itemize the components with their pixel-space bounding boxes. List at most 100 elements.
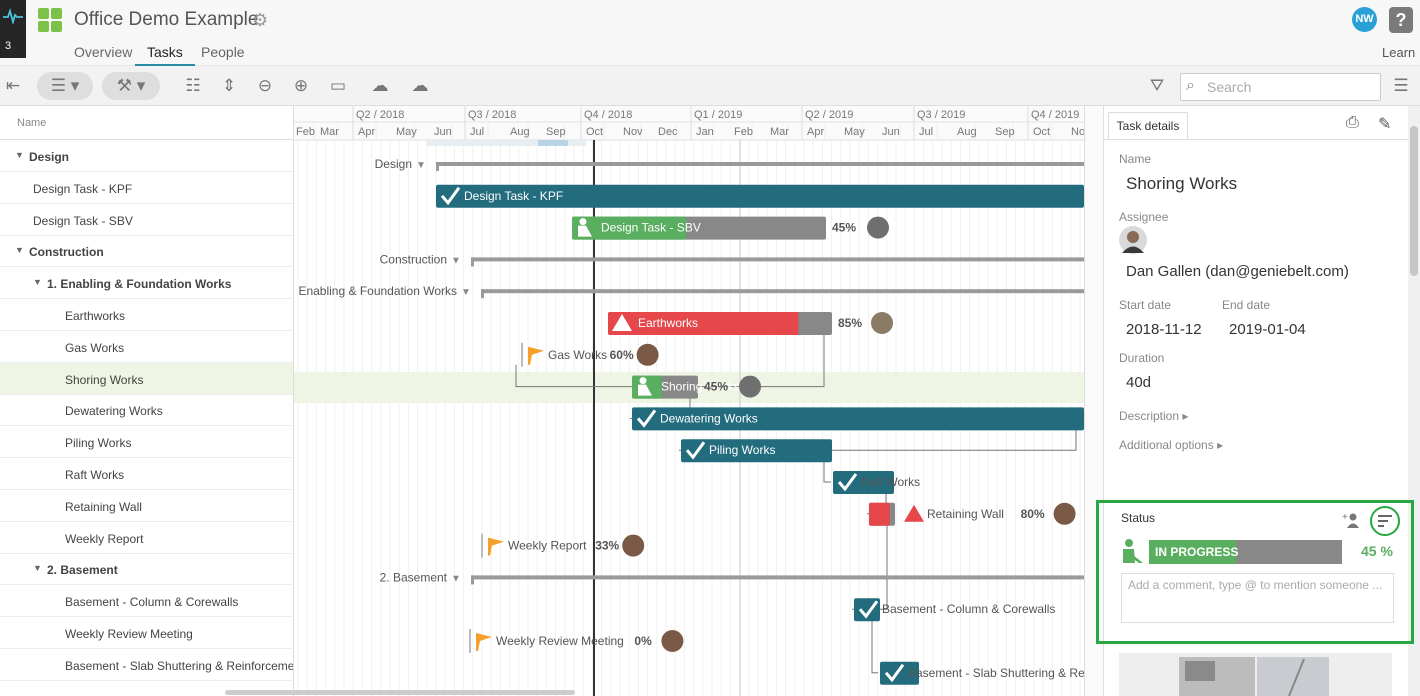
collapse-toggle-icon[interactable]: ▼ xyxy=(416,160,426,171)
assignee-avatar[interactable] xyxy=(1119,226,1147,254)
cloud-download-icon[interactable]: ☁ xyxy=(366,72,394,100)
tree-row[interactable]: ▼ Construction xyxy=(0,235,293,268)
export-list-icon[interactable]: ☰ xyxy=(1388,72,1414,100)
tree-row[interactable]: ▼ 1. Enabling & Foundation Works xyxy=(0,267,293,300)
tree-row[interactable]: Dewatering Works xyxy=(0,394,293,427)
expand-toggle-icon[interactable]: ▼ xyxy=(33,563,42,573)
dependency-connector xyxy=(823,460,831,483)
worker-icon-head xyxy=(579,218,587,226)
attachment-photos[interactable] xyxy=(1119,653,1392,696)
tree-row[interactable]: Gas Works xyxy=(0,331,293,363)
status-progress-bar[interactable]: IN PROGRESS xyxy=(1149,540,1342,564)
fit-height-icon[interactable]: ⇕ xyxy=(216,72,242,100)
activity-tile[interactable]: 3 xyxy=(0,0,26,58)
collapse-toggle-icon[interactable]: ▼ xyxy=(451,573,461,584)
tree-row[interactable]: Design Task - SBV xyxy=(0,204,293,236)
tab-tasks[interactable]: Tasks xyxy=(135,44,195,66)
tree-row[interactable]: Earthworks xyxy=(0,299,293,331)
tab-people[interactable]: People xyxy=(189,44,257,66)
help-button[interactable]: ? xyxy=(1389,7,1413,33)
tree-row[interactable]: Shoring Works xyxy=(0,362,293,395)
user-avatar[interactable]: NW xyxy=(1352,7,1377,32)
task-bar-label: Design Task - KPF xyxy=(464,189,563,203)
expand-toggle-icon[interactable]: ▼ xyxy=(15,245,24,255)
search-input[interactable] xyxy=(1207,77,1377,97)
comment-log-icon[interactable] xyxy=(1369,505,1401,537)
tree-row[interactable]: Basement - Slab Shuttering & Reinforceme… xyxy=(0,649,293,681)
tree-row[interactable]: ▼ 2. Basement xyxy=(0,553,293,586)
assignee-avatar[interactable] xyxy=(622,534,645,557)
milestone-percent: 33% xyxy=(595,539,619,553)
tree-row-label: Piling Works xyxy=(65,436,132,451)
task-name-value[interactable]: Shoring Works xyxy=(1126,174,1237,194)
expand-toggle-icon[interactable]: ▼ xyxy=(33,277,42,287)
task-bar-progress xyxy=(869,502,890,526)
project-title: Office Demo Example xyxy=(74,9,259,30)
comment-input[interactable] xyxy=(1128,578,1390,618)
quarter-label: Q4 / 2018 xyxy=(584,109,632,121)
tree-row[interactable]: Basement - Column & Corewalls xyxy=(0,585,293,618)
gantt-chart[interactable]: Q2 / 2018 Q3 / 2018 Q4 / 2018 Q1 / 2019 Q2 /… xyxy=(294,106,1084,696)
tree-row[interactable]: Weekly Report xyxy=(0,522,293,554)
zoom-in-icon[interactable]: ⊕ xyxy=(288,72,314,100)
filter-settings-icon[interactable]: ☷ xyxy=(180,72,206,100)
assignee-value[interactable]: Dan Gallen (dan@geniebelt.com) xyxy=(1126,263,1349,280)
month-label: Jul xyxy=(919,126,933,138)
summary-bar[interactable] xyxy=(471,575,1084,580)
duration-value[interactable]: 40d xyxy=(1126,374,1151,391)
horizontal-scrollbar[interactable] xyxy=(225,690,575,695)
tree-row[interactable]: Retaining Wall xyxy=(0,490,293,522)
summary-bar[interactable] xyxy=(471,257,1084,262)
assignee-avatar[interactable] xyxy=(867,216,889,239)
tree-row[interactable]: Raft Works xyxy=(0,458,293,490)
flag-icon[interactable] xyxy=(528,346,544,365)
fit-screen-icon[interactable]: ▭ xyxy=(324,72,352,100)
task-bar-label: Basement - Column & Corewalls xyxy=(882,602,1055,616)
tree-row[interactable]: Design Task - KPF xyxy=(0,172,293,204)
quarter-label: Q4 / 2019 xyxy=(1031,109,1079,121)
end-date-value[interactable]: 2019-01-04 xyxy=(1229,321,1306,338)
app-grid-icon[interactable] xyxy=(38,8,62,32)
flag-icon[interactable] xyxy=(488,537,504,556)
tools-dropdown[interactable]: ⚒ ▾ xyxy=(102,72,160,100)
zoom-out-icon[interactable]: ⊖ xyxy=(252,72,278,100)
quarter-label: Q1 / 2019 xyxy=(694,109,742,121)
additional-options-toggle[interactable]: Additional options ▸ xyxy=(1119,438,1223,452)
assignee-avatar[interactable] xyxy=(1053,502,1076,525)
edit-icon[interactable]: ✎ xyxy=(1378,114,1391,134)
tab-overview[interactable]: Overview xyxy=(62,44,144,66)
tree-row[interactable]: ▼ Design xyxy=(0,140,293,172)
scroll-thumb[interactable] xyxy=(1410,126,1418,276)
month-label: Nov xyxy=(623,126,643,138)
tab-task-details[interactable]: Task details xyxy=(1108,112,1188,140)
tree-row[interactable]: Piling Works xyxy=(0,426,293,459)
cloud-upload-icon[interactable]: ☁ xyxy=(406,72,434,100)
collapse-toggle-icon[interactable]: ▼ xyxy=(461,287,471,298)
photo-thumbnails xyxy=(1179,657,1329,696)
assignee-avatar[interactable] xyxy=(871,312,893,334)
expand-toggle-icon[interactable]: ▼ xyxy=(15,150,24,160)
summary-bar[interactable] xyxy=(436,162,1084,166)
assignee-avatar[interactable] xyxy=(636,343,659,366)
assign-user-icon[interactable]: + xyxy=(1342,511,1360,529)
comment-box xyxy=(1121,573,1394,623)
gear-icon[interactable]: ⚙ xyxy=(252,10,268,31)
flag-icon[interactable] xyxy=(476,633,492,651)
tree-row[interactable]: Weekly Review Meeting xyxy=(0,617,293,649)
print-icon[interactable]: ⎙ xyxy=(1346,114,1359,132)
learn-link[interactable]: Learn xyxy=(1382,45,1415,60)
summary-bar[interactable] xyxy=(481,289,1084,294)
description-toggle[interactable]: Description ▸ xyxy=(1119,409,1188,423)
task-bar-label: Dewatering Works xyxy=(660,411,758,425)
start-date-value[interactable]: 2018-11-12 xyxy=(1126,321,1202,338)
summary-bar-cap xyxy=(436,162,439,171)
view-mode-dropdown[interactable]: ☰ ▾ xyxy=(37,72,93,100)
summary-bar-cap xyxy=(471,257,474,267)
collapse-panel-icon[interactable]: ⇤ xyxy=(0,72,26,100)
assignee-avatar[interactable] xyxy=(661,630,684,652)
month-label: May xyxy=(396,126,417,138)
filter-icon[interactable]: ⛛ xyxy=(1143,72,1171,100)
collapse-toggle-icon[interactable]: ▼ xyxy=(451,255,461,266)
assignee-avatar[interactable] xyxy=(739,375,761,398)
tree-row-label: Weekly Report xyxy=(65,531,144,546)
